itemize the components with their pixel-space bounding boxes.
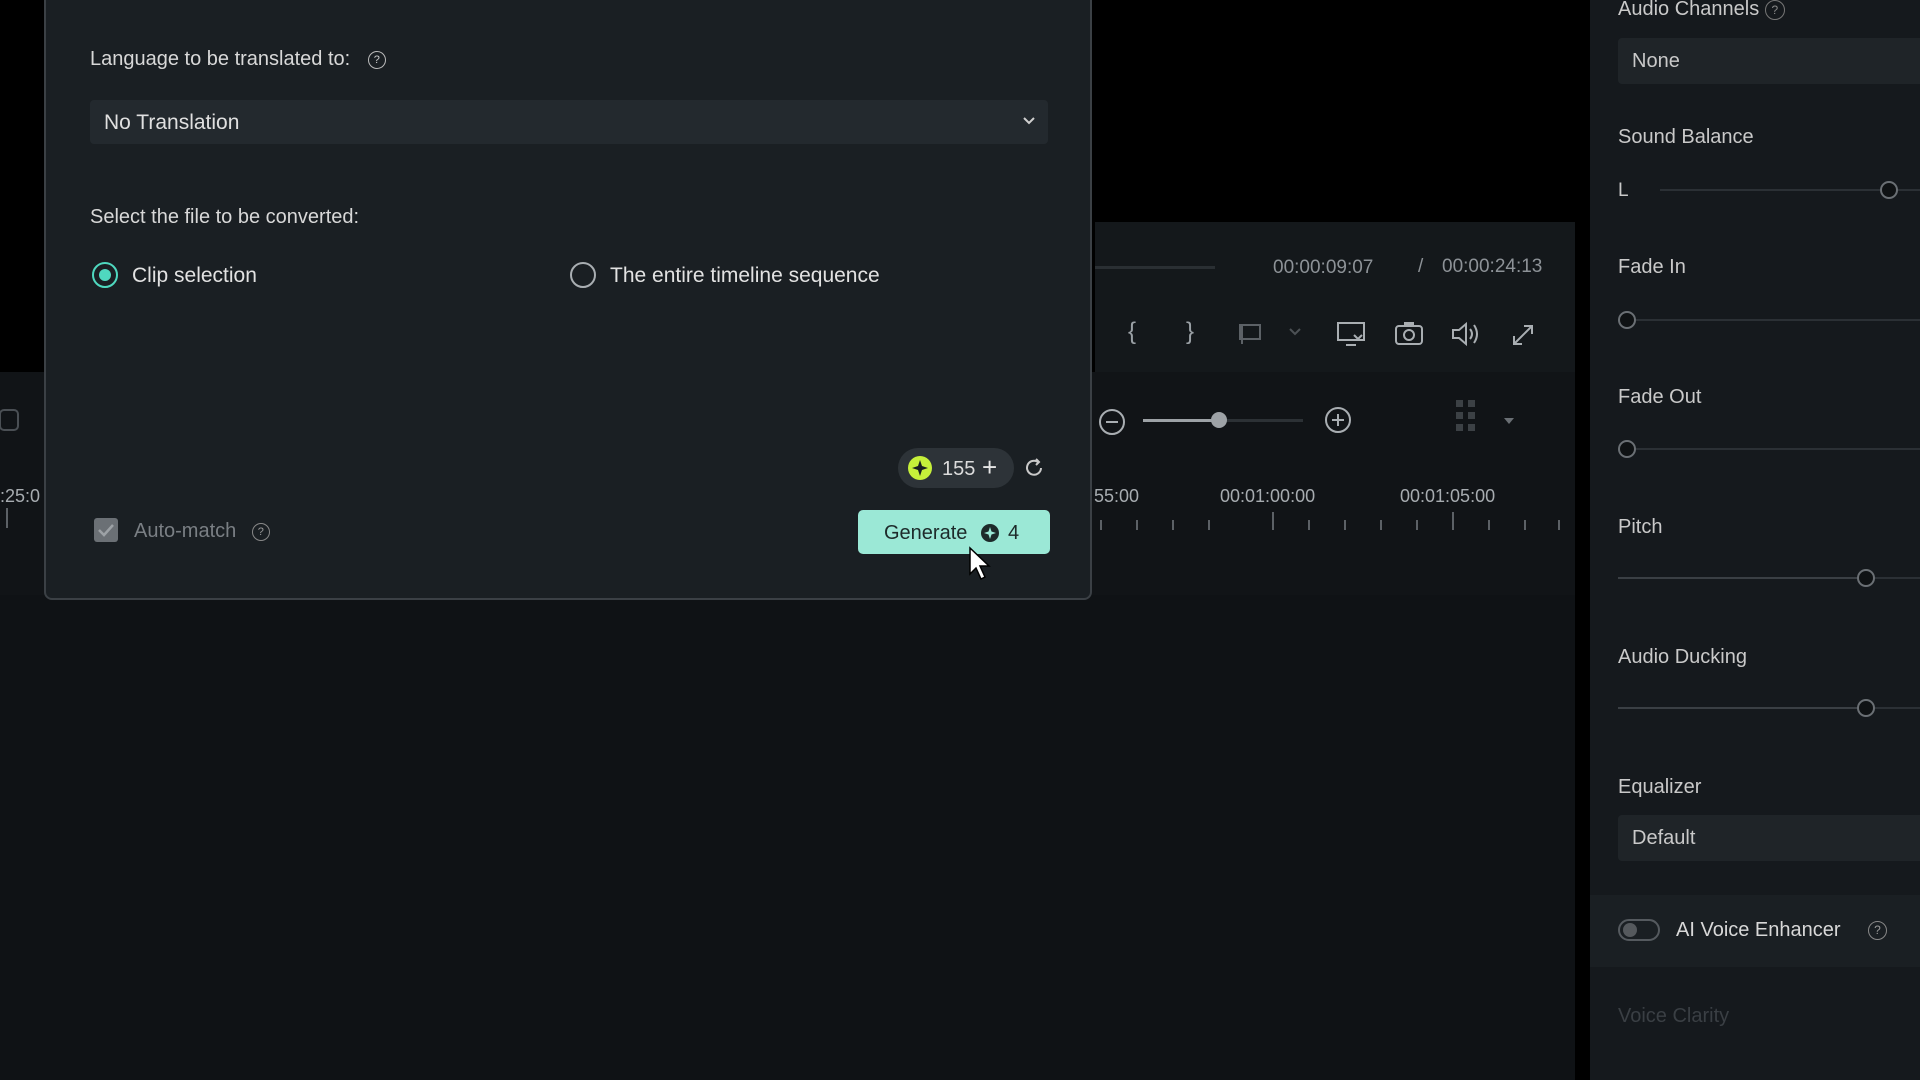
voice-clarity-label: Voice Clarity bbox=[1618, 1005, 1730, 1027]
time-separator: / bbox=[1418, 256, 1424, 277]
ai-voice-enhancer-label: AI Voice Enhancer bbox=[1676, 919, 1841, 941]
ruler-label: :25:0 bbox=[0, 486, 41, 506]
generate-button[interactable]: Generate 4 bbox=[858, 510, 1050, 554]
help-icon[interactable]: ? bbox=[251, 522, 270, 541]
radio-timeline-label[interactable]: The entire timeline sequence bbox=[610, 264, 880, 288]
display-icon[interactable] bbox=[1336, 320, 1366, 348]
zoom-in-icon[interactable] bbox=[1323, 405, 1353, 435]
radio-clip-label[interactable]: Clip selection bbox=[132, 264, 257, 288]
insert-icon[interactable] bbox=[1238, 322, 1266, 346]
mark-in-icon[interactable]: { bbox=[1128, 318, 1136, 346]
balance-left-label: L bbox=[1618, 180, 1629, 201]
pitch-label: Pitch bbox=[1618, 516, 1663, 538]
speech-to-text-dialog: Language to be translated to: ? No Trans… bbox=[44, 0, 1092, 600]
properties-panel: Audio Channels ? None Sound Balance L Fa… bbox=[1590, 0, 1920, 1080]
slider-thumb[interactable] bbox=[1879, 181, 1898, 199]
zoom-slider[interactable] bbox=[1143, 412, 1303, 428]
audio-channels-label: Audio Channels ? bbox=[1618, 0, 1785, 21]
camera-icon[interactable] bbox=[1394, 320, 1424, 346]
playback-progress[interactable] bbox=[1095, 266, 1215, 269]
fade-out-label: Fade Out bbox=[1618, 386, 1702, 408]
credits-count: 155 bbox=[942, 458, 976, 480]
chevron-down-icon[interactable] bbox=[1502, 416, 1516, 426]
ai-voice-enhancer-row: AI Voice Enhancer ? bbox=[1590, 895, 1920, 967]
ruler-ticks bbox=[1100, 512, 1560, 532]
grid-icon[interactable] bbox=[1454, 398, 1480, 442]
chevron-down-icon bbox=[1022, 116, 1036, 126]
ruler-label: 00:01:00:00 bbox=[1220, 486, 1316, 506]
refresh-icon[interactable] bbox=[1022, 456, 1046, 480]
ruler-label: 55:00 bbox=[1094, 486, 1140, 506]
language-select[interactable]: No Translation bbox=[90, 100, 1048, 144]
help-icon[interactable]: ? bbox=[1868, 921, 1887, 940]
radio-clip-selection[interactable] bbox=[92, 262, 118, 288]
slider-thumb[interactable] bbox=[1211, 412, 1227, 428]
current-time: 00:00:09:07 bbox=[1273, 257, 1374, 278]
mouse-cursor-icon bbox=[968, 546, 994, 582]
credits-badge[interactable]: 155 + bbox=[898, 448, 1014, 488]
radio-entire-timeline[interactable] bbox=[570, 262, 596, 288]
fade-out-slider[interactable] bbox=[1618, 440, 1920, 458]
track-icon[interactable] bbox=[0, 408, 22, 434]
credit-icon bbox=[980, 523, 1000, 543]
audio-ducking-slider[interactable] bbox=[1618, 699, 1920, 717]
sound-balance-slider[interactable] bbox=[1660, 181, 1920, 199]
fade-in-slider[interactable] bbox=[1618, 311, 1920, 329]
sound-balance-label: Sound Balance bbox=[1618, 126, 1754, 148]
auto-match-checkbox[interactable] bbox=[94, 518, 118, 542]
slider-thumb[interactable] bbox=[1618, 311, 1637, 329]
fade-in-label: Fade In bbox=[1618, 256, 1686, 278]
help-icon[interactable]: ? bbox=[367, 50, 386, 69]
equalizer-select[interactable]: Default bbox=[1618, 815, 1920, 861]
pitch-slider[interactable] bbox=[1618, 569, 1920, 587]
volume-icon[interactable] bbox=[1450, 320, 1482, 348]
equalizer-label: Equalizer bbox=[1618, 776, 1702, 798]
slider-thumb[interactable] bbox=[1618, 440, 1637, 458]
timeline-tracks bbox=[0, 595, 1575, 1080]
total-time: 00:00:24:13 bbox=[1442, 256, 1543, 277]
chevron-down-icon[interactable] bbox=[1288, 327, 1302, 337]
fullscreen-icon[interactable] bbox=[1510, 322, 1536, 348]
ai-voice-enhancer-toggle[interactable] bbox=[1618, 919, 1660, 941]
slider-thumb[interactable] bbox=[1857, 569, 1875, 587]
auto-match-label: Auto-match ? bbox=[134, 520, 270, 543]
player-controls-area bbox=[1095, 222, 1575, 372]
language-label: Language to be translated to: ? bbox=[90, 48, 386, 71]
slider-thumb[interactable] bbox=[1857, 699, 1875, 717]
ruler-label: 00:01:05:00 bbox=[1400, 486, 1496, 506]
add-credits-icon[interactable]: + bbox=[982, 452, 997, 483]
zoom-out-icon[interactable] bbox=[1097, 407, 1127, 437]
audio-ducking-label: Audio Ducking bbox=[1618, 646, 1747, 668]
credit-icon bbox=[908, 456, 932, 480]
file-select-label: Select the file to be converted: bbox=[90, 206, 360, 228]
audio-channels-select[interactable]: None bbox=[1618, 38, 1920, 84]
help-icon[interactable]: ? bbox=[1764, 0, 1785, 20]
mark-out-icon[interactable]: } bbox=[1186, 318, 1194, 346]
